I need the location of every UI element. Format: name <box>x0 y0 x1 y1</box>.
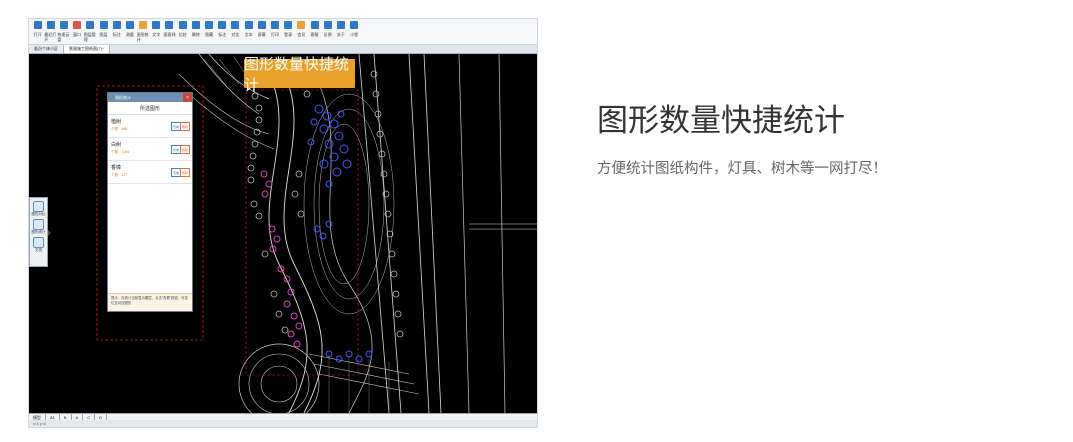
ruler-icon <box>125 21 134 29</box>
pin-icon <box>218 21 227 29</box>
delete-button[interactable]: 删除 <box>180 145 190 154</box>
toolbar-button-service[interactable]: 客服 <box>308 19 321 45</box>
toolbar-button-erase[interactable]: 删除 <box>189 19 202 45</box>
toolbar-button-feedback[interactable]: 反馈 <box>321 19 334 45</box>
toolbar-button-compare[interactable]: 比较 <box>176 19 189 45</box>
toolbar-button-hide[interactable]: 隐藏 <box>202 19 215 45</box>
user-icon <box>284 21 293 29</box>
feature-description: 方便统计图纸构件，灯具、树木等一网打尽！ <box>597 161 887 177</box>
drawing-canvas[interactable] <box>29 53 537 425</box>
doc-icon <box>244 21 253 29</box>
feedback-icon <box>323 21 332 29</box>
list-item[interactable]: 香樟 个数：127 查看 删除 <box>108 161 192 184</box>
dialog-hint: 提示：仅统计当前显示图层，点击"查看"按钮，可定位至对应图形 <box>108 293 192 311</box>
item-count: 个数：127 <box>111 173 128 177</box>
eraser-icon <box>191 21 200 29</box>
line-icon <box>165 21 174 29</box>
text-icon <box>152 21 161 29</box>
info-icon <box>336 21 345 29</box>
compare-panel-icon <box>33 201 44 212</box>
stats-panel-icon <box>33 219 44 230</box>
stats-dialog: 图形统计 × 所选图形 植树 个数：385 查看 删除 白树 个数：1056 查… <box>107 92 193 312</box>
toolbar-button-layer-manage[interactable]: 图层管理 <box>84 19 97 45</box>
screen-icon <box>257 21 266 29</box>
toolbar-button-stats[interactable]: 图形统计 <box>137 19 150 45</box>
item-name: 白树 <box>111 142 122 148</box>
file-tab-active[interactable]: 景观施工图纸图(T)* <box>64 45 110 53</box>
cloud-icon <box>59 21 68 29</box>
delete-button[interactable]: 删除 <box>180 122 190 131</box>
toolbar-button-screen[interactable]: 屏幕 <box>255 19 268 45</box>
cad-drawing <box>96 53 537 425</box>
list-item[interactable]: 白树 个数：1056 查看 删除 <box>108 138 192 161</box>
toolbar-button-recent[interactable]: 最近打开 <box>44 19 57 45</box>
toolbar-button-print[interactable]: 打印 <box>268 19 281 45</box>
side-item-compare[interactable]: 图形对比 <box>32 201 46 216</box>
list-item[interactable]: 植树 个数：385 查看 删除 <box>108 115 192 138</box>
doc-panel-icon <box>33 237 44 248</box>
toolbar-button-vip[interactable]: 会员 <box>295 19 308 45</box>
toolbar-button-login[interactable]: 登录 <box>282 19 295 45</box>
toolbar-button-diff[interactable]: 对比 <box>229 19 242 45</box>
annotation-icon <box>112 21 121 29</box>
toolbar: 打开 最近打开 快速云盘 窗口 图层管理 图层 标注 测量 图形统计 文字 画直… <box>29 19 537 45</box>
vip-icon <box>297 21 306 29</box>
hide-icon <box>205 21 214 29</box>
toolbar-button-cloud[interactable]: 快速云盘 <box>57 19 70 45</box>
k-logo-icon <box>350 21 359 29</box>
print-icon <box>270 21 279 29</box>
toolbar-button-pin[interactable]: 标注 <box>216 19 229 45</box>
toolbar-button-open[interactable]: 打开 <box>31 19 44 45</box>
dialog-titlebar: 图形统计 × <box>108 93 192 102</box>
stats-icon <box>139 21 148 29</box>
toolbar-button-mini[interactable]: 小程 <box>348 19 361 45</box>
item-count: 个数：385 <box>111 127 128 131</box>
file-tab[interactable]: 临汾个体小区 <box>29 45 64 53</box>
collapse-arrow-icon[interactable] <box>48 230 51 236</box>
item-count: 个数：1056 <box>111 150 130 154</box>
dialog-header: 所选图形 <box>108 102 192 115</box>
toolbar-button-about[interactable]: 关于 <box>334 19 347 45</box>
side-item-doc[interactable]: 文档 <box>33 237 44 252</box>
toolbar-button-measure[interactable]: 测量 <box>123 19 136 45</box>
compare-icon <box>178 21 187 29</box>
item-name: 植树 <box>111 119 122 125</box>
side-item-stats[interactable]: 图形统计 <box>32 219 46 234</box>
diff-icon <box>231 21 240 29</box>
layers-icon <box>86 21 95 29</box>
toolbar-button-annotate[interactable]: 标注 <box>110 19 123 45</box>
close-icon[interactable]: × <box>183 93 192 102</box>
headset-icon <box>310 21 319 29</box>
clock-icon <box>46 21 55 29</box>
delete-button[interactable]: 删除 <box>180 168 190 177</box>
cad-screenshot: 打开 最近打开 快速云盘 窗口 图层管理 图层 标注 测量 图形统计 文字 画直… <box>28 18 538 428</box>
toolbar-button-layer[interactable]: 图层 <box>97 19 110 45</box>
toolbar-button-doc[interactable]: 文本 <box>242 19 255 45</box>
feature-title: 图形数量快捷统计 <box>597 103 845 139</box>
open-folder-icon <box>33 21 42 29</box>
toolbar-button-line[interactable]: 画直线 <box>163 19 176 45</box>
toolbar-button-text[interactable]: 文字 <box>150 19 163 45</box>
item-name: 香樟 <box>111 165 122 171</box>
status-bar: x=0 y=0 <box>29 420 537 427</box>
left-side-panel: 图形对比 图形统计 文档 <box>29 197 51 267</box>
layer-icon <box>99 21 108 29</box>
window-close-icon <box>73 21 82 29</box>
feature-badge: 图形数量快捷统计 <box>244 56 355 94</box>
toolbar-button-window[interactable]: 窗口 <box>71 19 84 45</box>
